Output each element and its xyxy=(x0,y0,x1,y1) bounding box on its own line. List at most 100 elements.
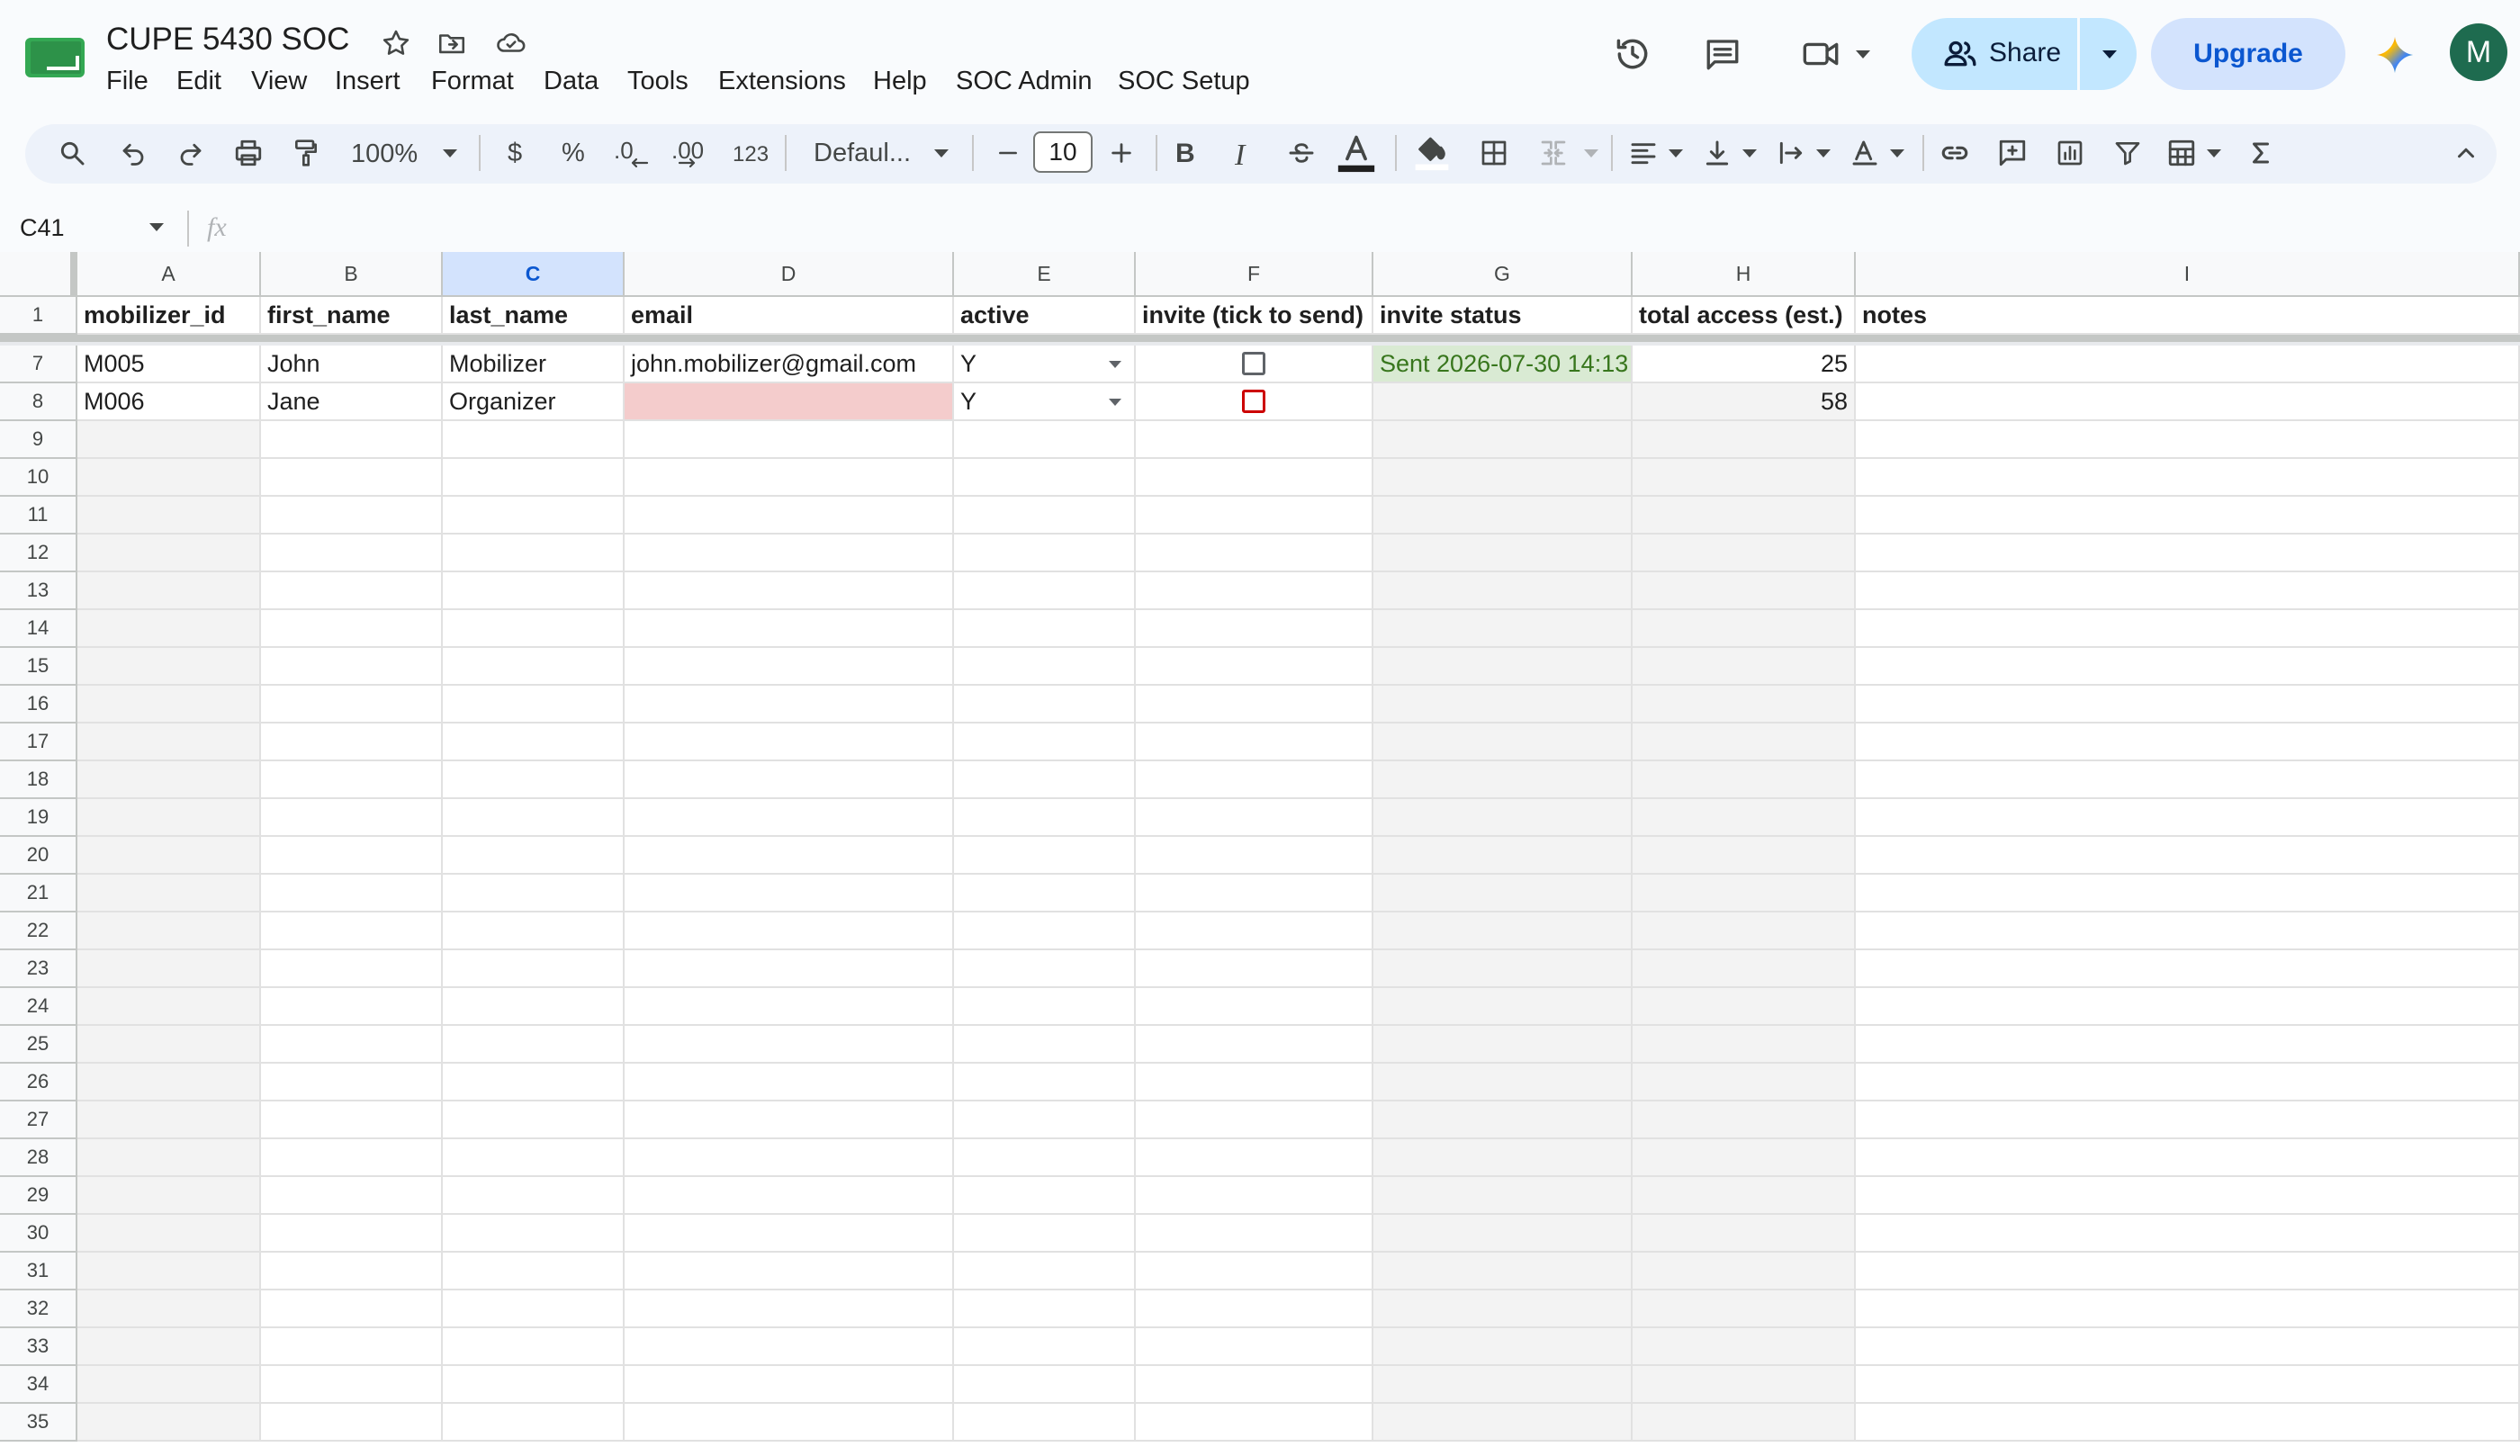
empty-cell[interactable] xyxy=(954,950,1136,988)
insert-chart-icon[interactable] xyxy=(2052,135,2088,171)
empty-cell[interactable] xyxy=(625,610,954,648)
empty-cell[interactable] xyxy=(443,1290,625,1328)
header-cell-notes[interactable]: notes xyxy=(1856,297,2520,335)
empty-cell[interactable] xyxy=(1136,1139,1373,1177)
cell-last-name[interactable]: Mobilizer xyxy=(443,346,625,383)
empty-cell[interactable] xyxy=(1633,724,1856,761)
create-filter-icon[interactable] xyxy=(2110,135,2146,171)
empty-cell[interactable] xyxy=(1136,724,1373,761)
empty-cell[interactable] xyxy=(261,724,443,761)
empty-cell[interactable] xyxy=(77,912,261,950)
document-title[interactable]: CUPE 5430 SOC xyxy=(106,22,349,58)
empty-cell[interactable] xyxy=(443,1253,625,1290)
empty-cell[interactable] xyxy=(1856,1290,2520,1328)
menu-soc-setup[interactable]: SOC Setup xyxy=(1118,67,1250,96)
empty-cell[interactable] xyxy=(1373,1215,1633,1253)
row-header-13[interactable]: 13 xyxy=(0,572,77,610)
menu-file[interactable]: File xyxy=(106,67,148,96)
row-header-8[interactable]: 8 xyxy=(0,383,77,421)
empty-cell[interactable] xyxy=(1136,912,1373,950)
header-cell-invite[interactable]: invite (tick to send) xyxy=(1136,297,1373,335)
empty-cell[interactable] xyxy=(1136,459,1373,497)
empty-cell[interactable] xyxy=(1136,497,1373,535)
name-box[interactable]: C41 xyxy=(20,214,65,242)
empty-cell[interactable] xyxy=(954,1101,1136,1139)
row-header-29[interactable]: 29 xyxy=(0,1177,77,1215)
row-header-12[interactable]: 12 xyxy=(0,535,77,572)
cell-invite-status[interactable] xyxy=(1373,383,1633,421)
empty-cell[interactable] xyxy=(1633,1139,1856,1177)
cell-mobilizer-id[interactable]: M005 xyxy=(77,346,261,383)
empty-cell[interactable] xyxy=(1633,837,1856,875)
empty-cell[interactable] xyxy=(954,988,1136,1026)
empty-cell[interactable] xyxy=(77,497,261,535)
empty-cell[interactable] xyxy=(1856,799,2520,837)
row-header-31[interactable]: 31 xyxy=(0,1253,77,1290)
empty-cell[interactable] xyxy=(1136,761,1373,799)
text-color-icon[interactable] xyxy=(1336,131,1377,175)
empty-cell[interactable] xyxy=(1373,1026,1633,1064)
empty-cell[interactable] xyxy=(1856,1215,2520,1253)
empty-cell[interactable] xyxy=(1373,535,1633,572)
empty-cell[interactable] xyxy=(1373,988,1633,1026)
empty-cell[interactable] xyxy=(443,875,625,912)
empty-cell[interactable] xyxy=(1373,1139,1633,1177)
empty-cell[interactable] xyxy=(1856,1253,2520,1290)
hide-menus-chevron-up-icon[interactable] xyxy=(2448,135,2484,171)
move-folder-icon[interactable] xyxy=(434,25,470,61)
row-header-22[interactable]: 22 xyxy=(0,912,77,950)
empty-cell[interactable] xyxy=(443,535,625,572)
empty-cell[interactable] xyxy=(1136,1101,1373,1139)
empty-cell[interactable] xyxy=(1633,875,1856,912)
empty-cell[interactable] xyxy=(625,459,954,497)
text-rotation-icon[interactable] xyxy=(1847,135,1883,171)
fill-color-icon[interactable] xyxy=(1411,131,1453,175)
empty-cell[interactable] xyxy=(1136,1026,1373,1064)
empty-cell[interactable] xyxy=(954,610,1136,648)
insert-comment-icon[interactable] xyxy=(1994,135,2030,171)
horizontal-align-icon[interactable] xyxy=(1625,135,1661,171)
empty-cell[interactable] xyxy=(443,497,625,535)
empty-cell[interactable] xyxy=(1136,535,1373,572)
insert-link-icon[interactable] xyxy=(1937,135,1973,171)
empty-cell[interactable] xyxy=(625,421,954,459)
empty-cell[interactable] xyxy=(625,1064,954,1101)
empty-cell[interactable] xyxy=(1136,799,1373,837)
empty-cell[interactable] xyxy=(954,1366,1136,1404)
merge-cells-icon[interactable] xyxy=(1535,135,1571,171)
empty-cell[interactable] xyxy=(77,875,261,912)
empty-cell[interactable] xyxy=(1856,1328,2520,1366)
empty-cell[interactable] xyxy=(1373,837,1633,875)
empty-cell[interactable] xyxy=(625,1177,954,1215)
empty-cell[interactable] xyxy=(1633,1328,1856,1366)
empty-cell[interactable] xyxy=(1373,1101,1633,1139)
empty-cell[interactable] xyxy=(77,1139,261,1177)
empty-cell[interactable] xyxy=(954,875,1136,912)
empty-cell[interactable] xyxy=(1136,686,1373,724)
empty-cell[interactable] xyxy=(1136,837,1373,875)
empty-cell[interactable] xyxy=(1633,1026,1856,1064)
empty-cell[interactable] xyxy=(1856,950,2520,988)
row-header-1[interactable]: 1 xyxy=(0,297,77,335)
row-header-26[interactable]: 26 xyxy=(0,1064,77,1101)
empty-cell[interactable] xyxy=(625,572,954,610)
cell-total-access[interactable]: 58 xyxy=(1633,383,1856,421)
empty-cell[interactable] xyxy=(261,535,443,572)
select-all-corner[interactable] xyxy=(0,252,77,297)
empty-cell[interactable] xyxy=(1856,1101,2520,1139)
spreadsheet-grid[interactable]: A B C D E F G H I 1 mobilizer_id first_n… xyxy=(0,252,2520,1456)
meet-dropdown-icon[interactable] xyxy=(1856,50,1870,58)
text-wrapping-icon[interactable] xyxy=(1773,135,1809,171)
empty-cell[interactable] xyxy=(1633,1177,1856,1215)
cell-email-invalid[interactable] xyxy=(625,383,954,421)
empty-cell[interactable] xyxy=(261,912,443,950)
row-header-32[interactable]: 32 xyxy=(0,1290,77,1328)
empty-cell[interactable] xyxy=(1373,459,1633,497)
empty-cell[interactable] xyxy=(1373,875,1633,912)
empty-cell[interactable] xyxy=(954,837,1136,875)
empty-cell[interactable] xyxy=(261,1139,443,1177)
empty-cell[interactable] xyxy=(1856,648,2520,686)
empty-cell[interactable] xyxy=(1633,1366,1856,1404)
header-cell-last-name[interactable]: last_name xyxy=(443,297,625,335)
header-cell-total-access[interactable]: total access (est.) xyxy=(1633,297,1856,335)
